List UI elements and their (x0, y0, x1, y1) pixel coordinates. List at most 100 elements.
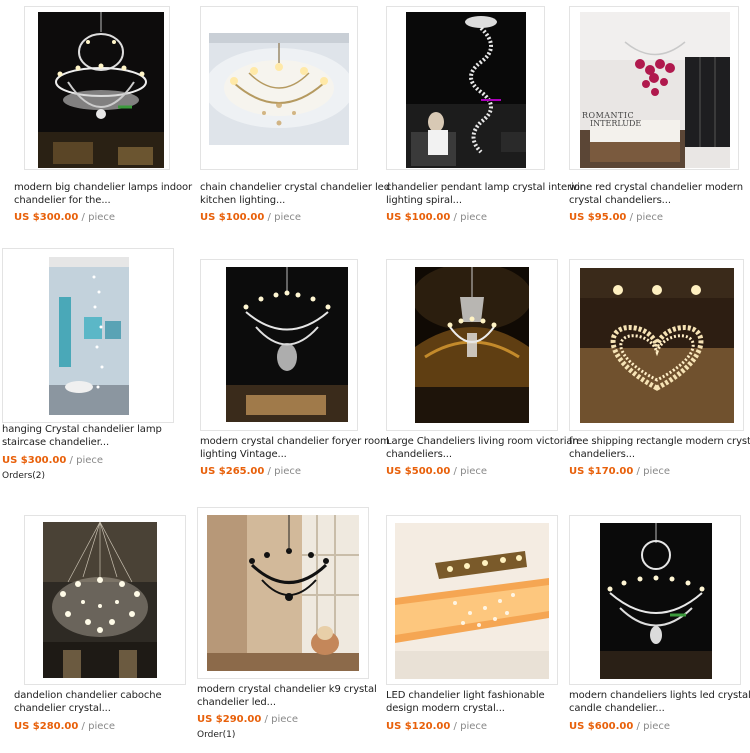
price-row: US $265.00 / piece (200, 466, 301, 477)
product-title-line[interactable]: chandeliers... (569, 448, 749, 461)
product-title[interactable]: chandelier pendant lamp crystal interior… (386, 181, 584, 207)
product-title-line[interactable]: crystal chandeliers... (569, 194, 749, 207)
product-price: US $265.00 (200, 466, 265, 477)
product-title-line[interactable]: kitchen lighting... (200, 194, 370, 207)
product-image-frame[interactable] (2, 248, 174, 423)
product-card[interactable]: hanging Crystal chandelier lamp staircas… (0, 245, 185, 495)
product-title-line[interactable]: lighting spiral... (386, 194, 561, 207)
chandelier-photo[interactable] (38, 12, 164, 168)
product-title-line[interactable]: hanging Crystal chandelier lamp (2, 423, 182, 436)
product-image-frame[interactable] (386, 515, 558, 685)
product-title-line[interactable]: chandelier for the... (14, 194, 184, 207)
product-title[interactable]: modern crystal chandelier foryer room li… (200, 435, 390, 461)
product-card[interactable]: ROMANTIC INTERLUDE wine red crystal chan… (560, 0, 750, 240)
price-row: US $290.00 / piece (197, 714, 298, 725)
product-image-frame[interactable] (569, 259, 744, 431)
chandelier-photo[interactable] (43, 522, 157, 678)
price-unit: / piece (267, 466, 302, 477)
product-title-line[interactable]: chandelier led... (197, 696, 372, 709)
price-unit: / piece (264, 714, 299, 725)
product-price: US $500.00 (386, 466, 451, 477)
product-image-frame[interactable] (200, 6, 358, 170)
product-title-line[interactable]: modern big chandelier lamps indoor (14, 181, 192, 194)
chandelier-photo[interactable] (415, 267, 529, 423)
chandelier-illustration (209, 33, 349, 128)
chandelier-photo[interactable] (207, 515, 359, 671)
chandelier-photo[interactable] (209, 33, 349, 145)
product-price: US $95.00 (569, 212, 627, 223)
product-card[interactable]: LED chandelier light fashionable design … (370, 505, 560, 753)
chandelier-illustration (38, 12, 164, 168)
chandelier-illustration (415, 267, 529, 423)
product-title[interactable]: hanging Crystal chandelier lamp staircas… (2, 423, 182, 449)
product-image-frame[interactable] (197, 507, 369, 679)
chandelier-illustration (580, 268, 734, 423)
product-card[interactable]: free shipping rectangle modern crystal c… (560, 245, 750, 495)
price-unit: / piece (636, 721, 671, 732)
product-title[interactable]: Large Chandeliers living room victorian … (386, 435, 579, 461)
product-title-line[interactable]: wine red crystal chandelier modern (569, 181, 749, 194)
chandelier-photo[interactable] (600, 523, 712, 679)
product-title-line[interactable]: modern crystal chandelier k9 crystal (197, 683, 377, 696)
chandelier-photo[interactable] (580, 268, 734, 423)
price-unit: / piece (81, 212, 116, 223)
product-title-line[interactable]: chandelier pendant lamp crystal interior (386, 181, 584, 194)
product-image-frame[interactable] (386, 259, 558, 431)
product-price: US $300.00 (14, 212, 79, 223)
price-unit: / piece (636, 466, 671, 477)
product-card[interactable]: chain chandelier crystal chandelier led … (185, 0, 390, 240)
product-image-frame[interactable] (24, 515, 186, 685)
product-title-line[interactable]: dandelion chandelier caboche (14, 689, 184, 702)
product-title[interactable]: dandelion chandelier caboche chandelier … (14, 689, 184, 715)
chandelier-illustration (406, 16, 526, 168)
orders-count-link[interactable]: Order(1) (197, 730, 235, 740)
product-title[interactable]: modern chandeliers lights led crystal ca… (569, 689, 750, 715)
product-title[interactable]: free shipping rectangle modern crystal c… (569, 435, 750, 461)
product-card[interactable]: Large Chandeliers living room victorian … (370, 245, 579, 495)
product-title-line[interactable]: staircase chandelier... (2, 436, 182, 449)
product-title[interactable]: chain chandelier crystal chandelier led … (200, 181, 390, 207)
product-title[interactable]: LED chandelier light fashionable design … (386, 689, 561, 715)
product-title-line[interactable]: modern chandeliers lights led crystal (569, 689, 750, 702)
product-title-line[interactable]: free shipping rectangle modern crystal (569, 435, 750, 448)
price-row: US $95.00 / piece (569, 212, 663, 223)
chandelier-photo[interactable]: ROMANTIC INTERLUDE (580, 12, 730, 168)
product-price: US $100.00 (386, 212, 451, 223)
product-image-frame[interactable] (24, 6, 170, 170)
product-card[interactable]: dandelion chandelier caboche chandelier … (0, 505, 186, 753)
product-image-frame[interactable] (386, 6, 545, 170)
product-title-line[interactable]: chandeliers... (386, 448, 561, 461)
product-image-frame[interactable] (569, 515, 741, 685)
chandelier-photo[interactable] (226, 267, 348, 422)
orders-count-link[interactable]: Orders(2) (2, 471, 45, 481)
product-card[interactable]: modern crystal chandelier k9 crystal cha… (185, 505, 377, 753)
price-row: US $100.00 / piece (386, 212, 487, 223)
product-card[interactable]: modern big chandelier lamps indoor chand… (0, 0, 192, 240)
price-unit: / piece (267, 212, 302, 223)
product-title-line[interactable]: lighting Vintage... (200, 448, 375, 461)
product-title-line[interactable]: LED chandelier light fashionable (386, 689, 561, 702)
image-caption: ROMANTIC INTERLUDE (582, 112, 641, 128)
product-card[interactable]: modern chandeliers lights led crystal ca… (560, 505, 750, 753)
product-image-frame[interactable]: ROMANTIC INTERLUDE (569, 6, 739, 170)
chandelier-photo[interactable] (406, 12, 526, 168)
chandelier-illustration (207, 515, 359, 671)
chandelier-photo[interactable] (395, 523, 549, 679)
product-image-frame[interactable] (200, 259, 358, 431)
chandelier-photo[interactable] (49, 257, 129, 415)
product-card[interactable]: modern crystal chandelier foryer room li… (185, 245, 390, 495)
product-title[interactable]: modern crystal chandelier k9 crystal cha… (197, 683, 377, 709)
product-title[interactable]: wine red crystal chandelier modern cryst… (569, 181, 749, 207)
product-title-line[interactable]: candle chandelier... (569, 702, 749, 715)
product-title-line[interactable]: chandelier crystal... (14, 702, 184, 715)
product-price: US $120.00 (386, 721, 451, 732)
product-price: US $100.00 (200, 212, 265, 223)
product-title-line[interactable]: chain chandelier crystal chandelier led (200, 181, 390, 194)
price-row: US $100.00 / piece (200, 212, 301, 223)
product-title-line[interactable]: design modern crystal... (386, 702, 561, 715)
product-title[interactable]: modern big chandelier lamps indoor chand… (14, 181, 192, 207)
product-title-line[interactable]: Large Chandeliers living room victorian (386, 435, 579, 448)
product-card[interactable]: chandelier pendant lamp crystal interior… (370, 0, 584, 240)
product-title-line[interactable]: modern crystal chandelier foryer room (200, 435, 390, 448)
price-unit: / piece (69, 455, 104, 466)
